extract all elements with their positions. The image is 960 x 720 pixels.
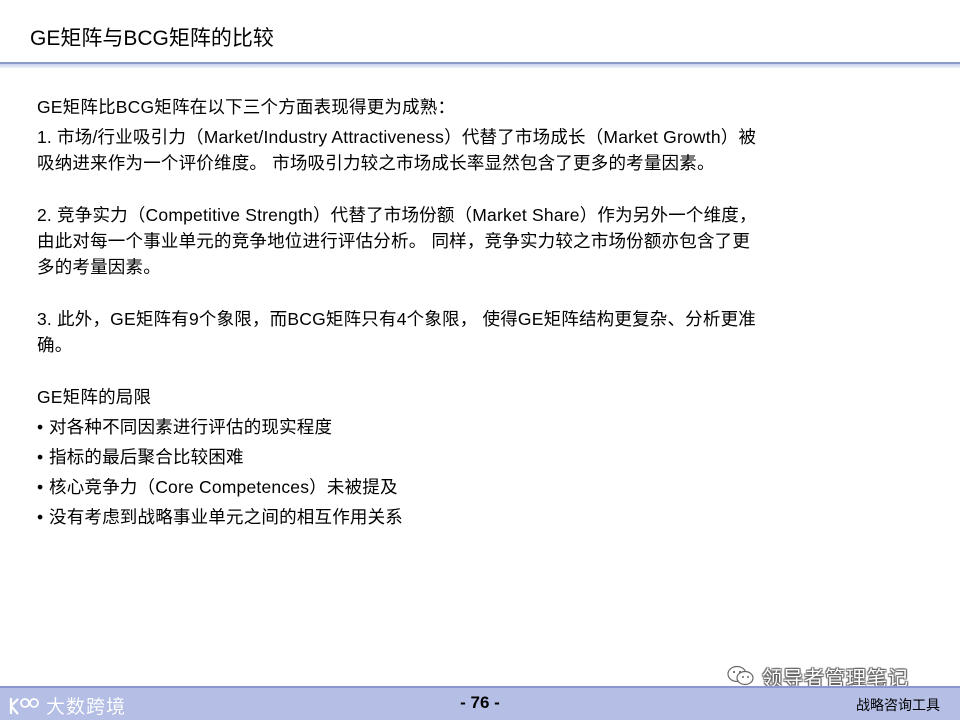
point-1-line-2: 吸纳进来作为一个评价维度。 市场吸引力较之市场成长率显然包含了更多的考量因素。	[37, 153, 715, 173]
limit-item-text: 指标的最后聚合比较困难	[49, 447, 244, 467]
point-3-line-1: 3. 此外，GE矩阵有9个象限，而BCG矩阵只有4个象限， 使得GE矩阵结构更复…	[37, 309, 756, 329]
page-number: - 76 -	[460, 693, 500, 712]
list-item: • 核心竞争力（Core Competences）未被提及	[37, 474, 903, 500]
list-item: • 对各种不同因素进行评估的现实程度	[37, 414, 903, 440]
point-2-line-1: 2. 竞争实力（Competitive Strength）代替了市场份额（Mar…	[37, 205, 757, 225]
bullet-icon: •	[37, 417, 44, 437]
title-divider-shadow	[0, 64, 960, 68]
list-item: • 没有考虑到战略事业单元之间的相互作用关系	[37, 504, 903, 530]
list-item: • 指标的最后聚合比较困难	[37, 444, 903, 470]
bullet-icon: •	[37, 507, 44, 527]
footer-bar: 大数跨境 - 76 - 战略咨询工具	[0, 686, 960, 720]
slide: GE矩阵与BCG矩阵的比较 GE矩阵比BCG矩阵在以下三个方面表现得更为成熟： …	[0, 0, 960, 720]
limits-heading: GE矩阵的局限	[37, 387, 152, 407]
point-1-line-1: 1. 市场/行业吸引力（Market/Industry Attractivene…	[37, 127, 757, 147]
point-3-line-2: 确。	[37, 335, 73, 355]
bullet-icon: •	[37, 447, 44, 467]
limit-item-text: 没有考虑到战略事业单元之间的相互作用关系	[49, 507, 403, 527]
point-2-line-2: 由此对每一个事业单元的竞争地位进行评估分析。 同样，竞争实力较之市场份额亦包含了…	[37, 231, 751, 251]
bullet-icon: •	[37, 477, 44, 497]
wechat-icon	[727, 665, 754, 686]
limit-item-text: 对各种不同因素进行评估的现实程度	[49, 417, 333, 437]
point-2-line-3: 多的考量因素。	[37, 257, 161, 277]
slide-title: GE矩阵与BCG矩阵的比较	[30, 27, 274, 50]
intro-text: GE矩阵比BCG矩阵在以下三个方面表现得更为成熟：	[37, 97, 456, 117]
slide-body: GE矩阵比BCG矩阵在以下三个方面表现得更为成熟： 1. 市场/行业吸引力（Ma…	[37, 94, 903, 530]
footer-tag: 战略咨询工具	[856, 697, 940, 713]
limit-item-text: 核心竞争力（Core Competences）未被提及	[49, 477, 398, 497]
